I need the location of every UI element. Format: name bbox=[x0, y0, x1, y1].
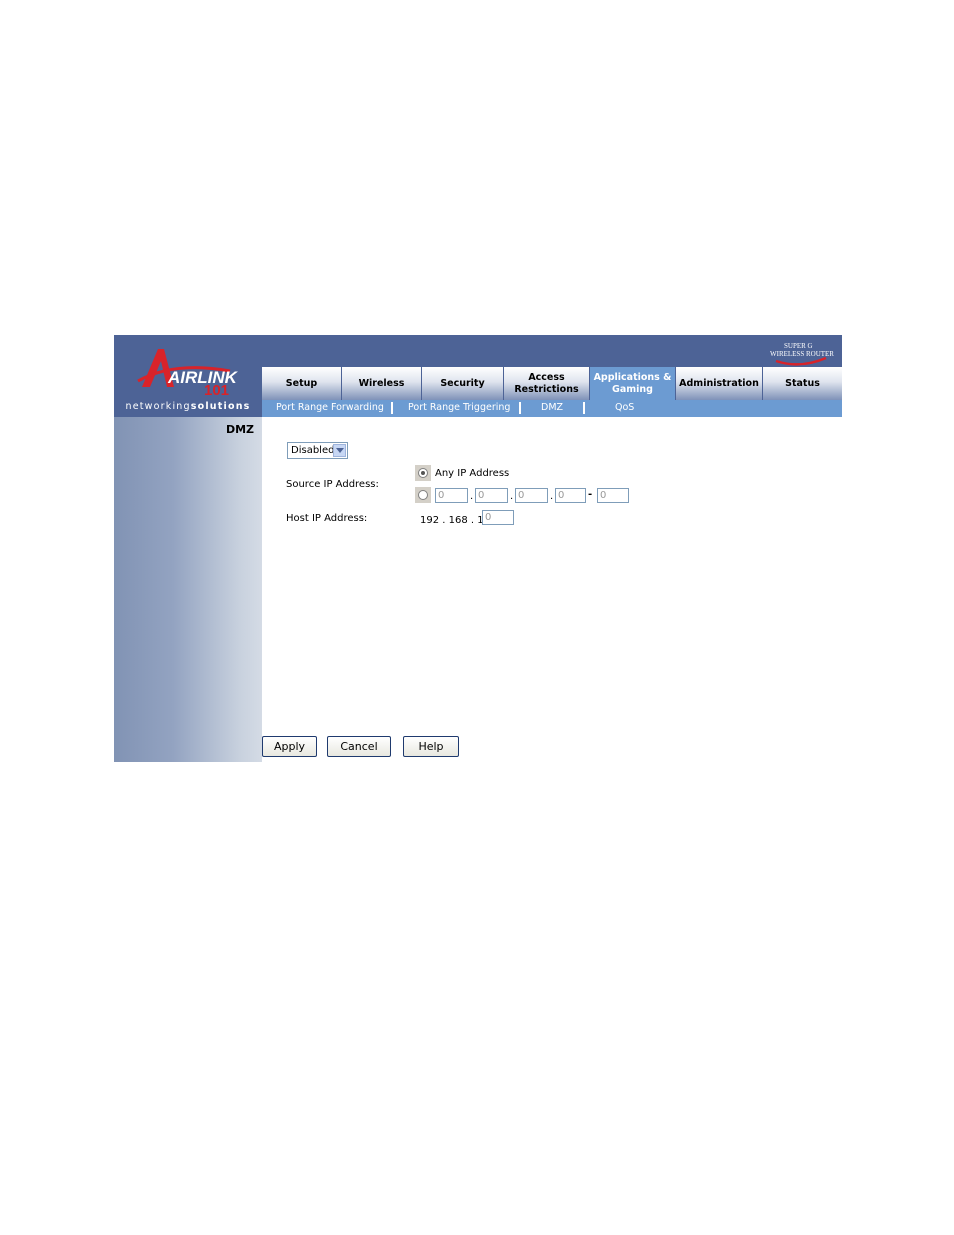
source-ip-octet-2[interactable]: 0 bbox=[475, 488, 508, 503]
subnav-qos[interactable]: QoS bbox=[615, 402, 634, 413]
tagline-bold: solutions bbox=[190, 401, 251, 412]
ip-dot: . bbox=[550, 491, 554, 502]
section-title: DMZ bbox=[225, 423, 254, 436]
subnav-divider bbox=[391, 402, 393, 414]
top-banner: SUPER G WIRELESS ROUTER bbox=[262, 335, 842, 367]
tab-setup[interactable]: Setup bbox=[262, 367, 342, 400]
logo-brand-number: 101 bbox=[204, 382, 229, 399]
source-ip-octet-4[interactable]: 0 bbox=[555, 488, 586, 503]
dmz-mode-select[interactable]: Disabled bbox=[287, 442, 348, 459]
tab-administration[interactable]: Administration bbox=[676, 367, 763, 400]
main-tabs: Setup Wireless Security Access Restricti… bbox=[262, 367, 842, 400]
radio-selected-icon bbox=[418, 468, 428, 478]
source-ip-range-end[interactable]: 0 bbox=[597, 488, 629, 503]
apply-button[interactable]: Apply bbox=[262, 736, 317, 757]
subnav-divider bbox=[583, 402, 585, 414]
ip-dot: . bbox=[510, 491, 514, 502]
product-badge-line2: WIRELESS ROUTER bbox=[770, 350, 834, 358]
any-ip-label: Any IP Address bbox=[435, 468, 510, 479]
airlink-logo: AIRLINK 101 bbox=[137, 349, 239, 399]
left-panel: DMZ bbox=[114, 417, 262, 762]
any-ip-radio[interactable] bbox=[415, 465, 431, 481]
subnav-divider bbox=[519, 402, 521, 414]
tab-access-restrictions[interactable]: Access Restrictions bbox=[504, 367, 590, 400]
help-button[interactable]: Help bbox=[403, 736, 459, 757]
cancel-button[interactable]: Cancel bbox=[327, 736, 391, 757]
sub-navigation: Port Range Forwarding Port Range Trigger… bbox=[262, 400, 842, 417]
host-ip-label: Host IP Address: bbox=[286, 513, 368, 524]
source-ip-label: Source IP Address: bbox=[286, 479, 379, 490]
product-badge: SUPER G WIRELESS ROUTER bbox=[770, 342, 834, 366]
router-admin-frame: AIRLINK 101 networkingsolutions SUPER G … bbox=[114, 335, 842, 762]
tab-applications-gaming[interactable]: Applications & Gaming bbox=[590, 367, 676, 400]
tagline-normal: networking bbox=[125, 401, 191, 412]
host-ip-prefix: 192 . 168 . 1 . bbox=[420, 515, 490, 526]
chevron-down-icon[interactable] bbox=[333, 444, 346, 457]
tab-security[interactable]: Security bbox=[422, 367, 504, 400]
source-ip-octet-1[interactable]: 0 bbox=[435, 488, 468, 503]
source-ip-octet-3[interactable]: 0 bbox=[515, 488, 548, 503]
range-dash: - bbox=[588, 489, 593, 500]
product-badge-line1: SUPER G bbox=[784, 342, 813, 350]
subnav-dmz[interactable]: DMZ bbox=[541, 402, 563, 413]
radio-unselected-icon bbox=[418, 490, 428, 500]
ip-range-radio[interactable] bbox=[415, 487, 431, 503]
tab-status[interactable]: Status bbox=[763, 367, 842, 400]
subnav-port-range-forwarding[interactable]: Port Range Forwarding bbox=[276, 402, 384, 413]
ip-dot: . bbox=[470, 491, 474, 502]
dmz-mode-value: Disabled bbox=[291, 445, 335, 456]
host-ip-last-octet[interactable]: 0 bbox=[482, 510, 514, 525]
tab-wireless[interactable]: Wireless bbox=[342, 367, 422, 400]
logo-area: AIRLINK 101 networkingsolutions bbox=[114, 335, 262, 417]
subnav-port-range-triggering[interactable]: Port Range Triggering bbox=[408, 402, 510, 413]
tagline: networkingsolutions bbox=[114, 401, 262, 412]
